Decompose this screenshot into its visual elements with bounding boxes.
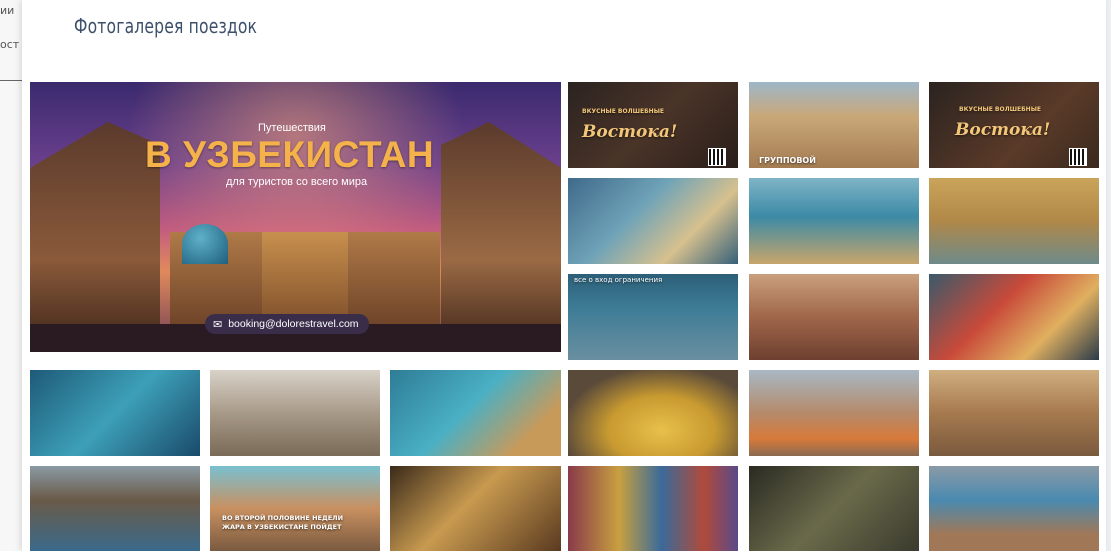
gallery-title: Фотогалерея поездок — [74, 14, 258, 38]
gallery-photo[interactable] — [390, 370, 561, 456]
gallery-photo[interactable]: ВКУСНЫЕ ВОЛШЕБНЫЕ Востока! — [929, 82, 1099, 168]
qr-code-icon — [1069, 148, 1087, 166]
gallery-photo-hero[interactable]: Путешествия В УЗБЕКИСТАН для туристов со… — [30, 82, 561, 352]
gallery-photo[interactable] — [210, 370, 380, 456]
arch-right-shape — [441, 122, 561, 352]
hero-title: В УЗБЕКИСТАН — [145, 134, 435, 175]
gallery-photo[interactable] — [749, 178, 919, 264]
dome-shape — [182, 224, 228, 264]
group-label: ГРУППОВОЙ — [759, 156, 816, 165]
gallery-photo[interactable] — [568, 466, 738, 551]
gallery-photo[interactable]: ВО ВТОРОЙ ПОЛОВИНЕ НЕДЕЛИ ЖАРА В УЗБЕКИС… — [210, 466, 380, 551]
promo-title: Востока! — [955, 120, 1051, 140]
gallery-photo[interactable]: все о вход ограничения — [568, 274, 738, 360]
gallery-photo[interactable] — [929, 466, 1099, 551]
gallery-photo[interactable] — [30, 370, 200, 456]
promo-small-text: ВКУСНЫЕ ВОЛШЕБНЫЕ — [582, 108, 665, 115]
email-badge: ✉ booking@dolorestravel.com — [205, 314, 369, 334]
gallery-photo[interactable] — [929, 274, 1099, 360]
gallery-photo[interactable]: ГРУППОВОЙ — [749, 82, 919, 168]
email-text: booking@dolorestravel.com — [228, 318, 359, 330]
gallery-photo[interactable] — [929, 178, 1099, 264]
qr-code-icon — [708, 148, 726, 166]
promo-title: Востока! — [582, 122, 678, 142]
gallery-photo[interactable] — [749, 466, 919, 551]
photo-caption: ВО ВТОРОЙ ПОЛОВИНЕ НЕДЕЛИ ЖАРА В УЗБЕКИС… — [222, 514, 344, 531]
promo-small-text: ВКУСНЫЕ ВОЛШЕБНЫЕ — [959, 106, 1042, 113]
background-page: ии ост — [0, 0, 24, 551]
arch-left-shape — [30, 122, 160, 352]
gallery-photo[interactable] — [390, 466, 561, 551]
gallery-modal: Фотогалерея поездок Путешествия В УЗБЕКИ… — [22, 0, 1106, 551]
photo-caption: все о вход ограничения — [574, 276, 663, 284]
gallery-photo[interactable] — [929, 370, 1099, 456]
hero-subtitle-top: Путешествия — [258, 122, 326, 134]
gallery-photo[interactable]: ВКУСНЫЕ ВОЛШЕБНЫЕ Востока! — [568, 82, 738, 168]
background-text: ии — [0, 4, 15, 17]
hero-subtitle-bottom: для туристов со всего мира — [226, 176, 368, 188]
envelope-icon: ✉ — [213, 318, 223, 331]
background-text: ост — [0, 38, 20, 51]
gallery-photo[interactable] — [568, 370, 738, 456]
gallery-photo[interactable] — [30, 466, 200, 551]
background-divider — [0, 80, 22, 81]
gallery-photo[interactable] — [568, 178, 738, 264]
gallery-photo[interactable] — [749, 274, 919, 360]
gallery-photo[interactable] — [749, 370, 919, 456]
